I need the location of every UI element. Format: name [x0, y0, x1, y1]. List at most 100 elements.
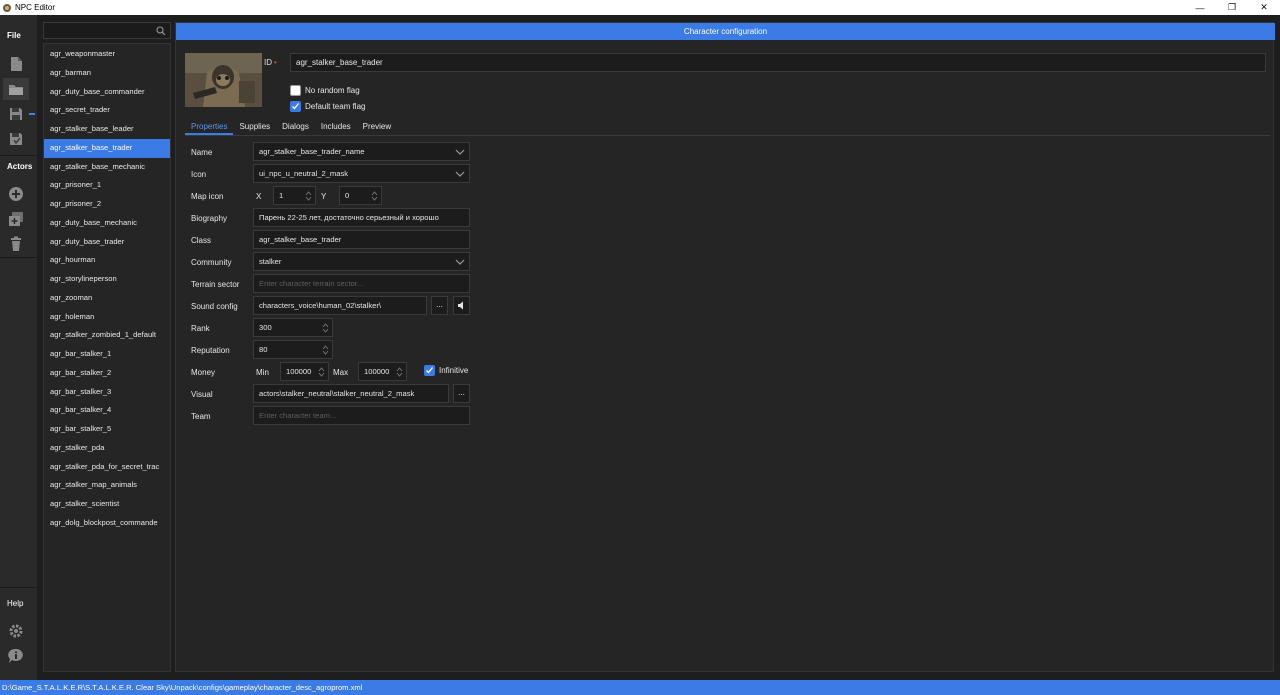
- search-input[interactable]: [44, 23, 154, 38]
- sound-config-browse-button[interactable]: ...: [431, 296, 448, 315]
- name-combobox[interactable]: agr_stalker_base_trader_name: [253, 142, 470, 161]
- actor-list-item[interactable]: agr_bar_stalker_5: [44, 420, 170, 439]
- sound-config-input[interactable]: characters_voice\human_02\stalker\: [253, 296, 427, 315]
- file-section-label: File: [7, 31, 21, 40]
- no-random-flag-checkbox[interactable]: [290, 85, 301, 96]
- terrain-sector-label: Terrain sector: [191, 280, 240, 289]
- actor-list-item[interactable]: agr_hourman: [44, 251, 170, 270]
- actor-list-item[interactable]: agr_duty_base_trader: [44, 233, 170, 252]
- actor-list-item[interactable]: agr_secret_trader: [44, 101, 170, 120]
- actor-list-item[interactable]: agr_stalker_base_mechanic: [44, 158, 170, 177]
- spin-arrows-icon[interactable]: [305, 191, 312, 201]
- actor-list-item[interactable]: agr_dolg_blockpost_commande: [44, 514, 170, 533]
- duplicate-actor-icon: [9, 212, 23, 226]
- icon-combobox[interactable]: ui_npc_u_neutral_2_mask: [253, 164, 470, 183]
- delete-actor-button[interactable]: [3, 233, 29, 255]
- class-label: Class: [191, 236, 212, 245]
- visual-input[interactable]: actors\stalker_neutral\stalker_neutral_2…: [253, 384, 449, 403]
- name-label: Name: [191, 148, 213, 157]
- map-icon-label: Map icon: [191, 192, 224, 201]
- close-button[interactable]: ✕: [1248, 0, 1280, 15]
- tab-dialogs[interactable]: Dialogs: [276, 121, 315, 135]
- actor-list-item[interactable]: agr_stalker_base_trader: [44, 138, 170, 158]
- community-label: Community: [191, 258, 232, 267]
- infinitive-checkbox[interactable]: [424, 365, 435, 376]
- spin-arrows-icon[interactable]: [371, 191, 378, 201]
- actor-list-item[interactable]: agr_holeman: [44, 308, 170, 327]
- id-label: ID •: [264, 58, 277, 67]
- chevron-down-icon: [455, 171, 465, 177]
- default-team-flag-row[interactable]: Default team flag: [290, 101, 365, 112]
- actor-list-item[interactable]: agr_bar_stalker_3: [44, 383, 170, 402]
- actor-list-item[interactable]: agr_stalker_pda: [44, 439, 170, 458]
- infinitive-row[interactable]: Infinitive: [424, 365, 468, 376]
- add-actor-button[interactable]: [3, 183, 29, 205]
- actor-list-item[interactable]: agr_bar_stalker_1: [44, 345, 170, 364]
- help-section-label: Help: [7, 599, 24, 608]
- required-marker: •: [274, 58, 277, 67]
- checkmark-icon: [292, 103, 300, 110]
- actor-list-item[interactable]: agr_stalker_zombied_1_default: [44, 326, 170, 345]
- infinitive-label: Infinitive: [439, 366, 469, 375]
- new-file-button[interactable]: [3, 53, 29, 75]
- sound-config-label: Sound config: [191, 302, 238, 311]
- money-min-spinbox[interactable]: 100000: [280, 362, 329, 381]
- search-icon[interactable]: [156, 26, 166, 36]
- class-input[interactable]: agr_stalker_base_trader: [253, 230, 470, 249]
- actor-list-item[interactable]: agr_barman: [44, 64, 170, 83]
- tab-preview[interactable]: Preview: [357, 121, 397, 135]
- biography-label: Biography: [191, 214, 228, 223]
- map-icon-y-spinbox[interactable]: 0: [339, 186, 382, 205]
- maximize-button[interactable]: ❐: [1216, 0, 1248, 15]
- actor-list-item[interactable]: agr_stalker_pda_for_secret_trac: [44, 458, 170, 477]
- open-file-button[interactable]: [3, 78, 29, 100]
- map-icon-x-spinbox[interactable]: 1: [273, 186, 316, 205]
- save-button[interactable]: [3, 103, 29, 125]
- title-bar: NPC Editor — ❐ ✕: [0, 0, 1280, 15]
- actor-list-item[interactable]: agr_stalker_map_animals: [44, 476, 170, 495]
- id-input[interactable]: [290, 53, 1266, 72]
- actor-list-item[interactable]: agr_bar_stalker_2: [44, 364, 170, 383]
- actor-list-item[interactable]: agr_stalker_base_leader: [44, 120, 170, 139]
- tab-properties[interactable]: Properties: [185, 121, 234, 135]
- delete-actor-icon: [11, 236, 21, 251]
- settings-button[interactable]: [3, 620, 29, 642]
- money-max-spinbox[interactable]: 100000: [358, 362, 407, 381]
- reputation-spinbox[interactable]: 80: [253, 340, 333, 359]
- actor-list-item[interactable]: agr_prisoner_1: [44, 176, 170, 195]
- actor-list-item[interactable]: agr_stalker_scientist: [44, 495, 170, 514]
- terrain-sector-input[interactable]: Enter character terrain sector...: [253, 274, 470, 293]
- spin-arrows-icon[interactable]: [396, 367, 403, 377]
- default-team-flag-checkbox[interactable]: [290, 101, 301, 112]
- no-random-flag-row[interactable]: No random flag: [290, 85, 360, 96]
- play-sound-button[interactable]: [453, 296, 470, 315]
- visual-browse-button[interactable]: ...: [453, 384, 470, 403]
- community-combobox[interactable]: stalker: [253, 252, 470, 271]
- tab-supplies[interactable]: Supplies: [233, 121, 276, 135]
- spin-arrows-icon[interactable]: [318, 367, 325, 377]
- spin-arrows-icon[interactable]: [322, 323, 329, 333]
- minimize-button[interactable]: —: [1184, 0, 1216, 15]
- actor-list-item[interactable]: agr_duty_base_mechanic: [44, 214, 170, 233]
- info-button[interactable]: [3, 645, 29, 667]
- actor-list-item[interactable]: agr_storylineperson: [44, 270, 170, 289]
- save-as-button[interactable]: [3, 128, 29, 150]
- tab-includes[interactable]: Includes: [315, 121, 357, 135]
- checkmark-icon: [426, 367, 434, 374]
- reputation-label: Reputation: [191, 346, 230, 355]
- actor-list-item[interactable]: agr_weaponmaster: [44, 45, 170, 64]
- app-icon: [3, 3, 11, 12]
- biography-input[interactable]: Парень 22-25 лет, достаточно серьезный и…: [253, 208, 470, 227]
- speaker-icon: [458, 301, 463, 310]
- actor-list-item[interactable]: agr_prisoner_2: [44, 195, 170, 214]
- team-input[interactable]: Enter character team...: [253, 406, 470, 425]
- duplicate-actor-button[interactable]: [3, 208, 29, 230]
- spin-arrows-icon[interactable]: [322, 345, 329, 355]
- actor-list-item[interactable]: agr_zooman: [44, 289, 170, 308]
- actor-list-item[interactable]: agr_duty_base_commander: [44, 83, 170, 102]
- rank-label: Rank: [191, 324, 210, 333]
- icon-label: Icon: [191, 170, 207, 179]
- actor-list-item[interactable]: agr_bar_stalker_4: [44, 401, 170, 420]
- settings-icon: [9, 624, 23, 638]
- rank-spinbox[interactable]: 300: [253, 318, 333, 337]
